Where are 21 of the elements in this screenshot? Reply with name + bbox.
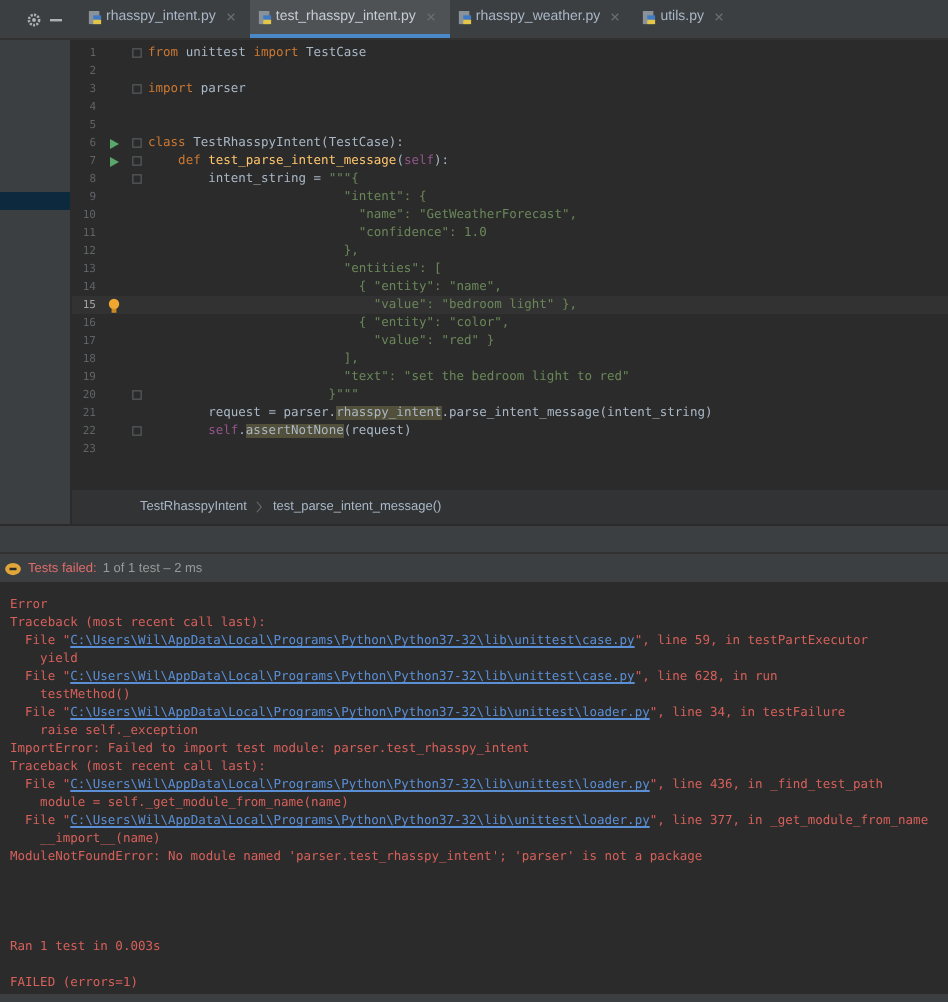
fold-icon[interactable]: [132, 48, 142, 58]
run-icon[interactable]: [108, 137, 120, 149]
fold-icon[interactable]: [132, 426, 142, 436]
python-file-icon: [257, 9, 272, 25]
run-icon[interactable]: [108, 155, 120, 167]
python-file-icon: [88, 9, 102, 25]
close-icon[interactable]: [425, 12, 436, 22]
fold-icon[interactable]: [132, 138, 142, 148]
python-file-icon: [457, 9, 472, 25]
selected-tree-row[interactable]: [0, 192, 70, 210]
close-icon[interactable]: [225, 12, 236, 22]
lightbulb-icon[interactable]: [108, 297, 120, 313]
close-icon[interactable]: [610, 12, 621, 22]
fold-icon[interactable]: [132, 174, 142, 184]
close-icon[interactable]: [713, 12, 724, 22]
fold-icon[interactable]: [132, 156, 142, 166]
separator-icon: [256, 500, 263, 514]
python-file-icon: [642, 9, 657, 25]
fold-icon[interactable]: [132, 390, 142, 400]
settings-icon[interactable]: [26, 11, 42, 27]
fold-icon[interactable]: [132, 84, 142, 94]
